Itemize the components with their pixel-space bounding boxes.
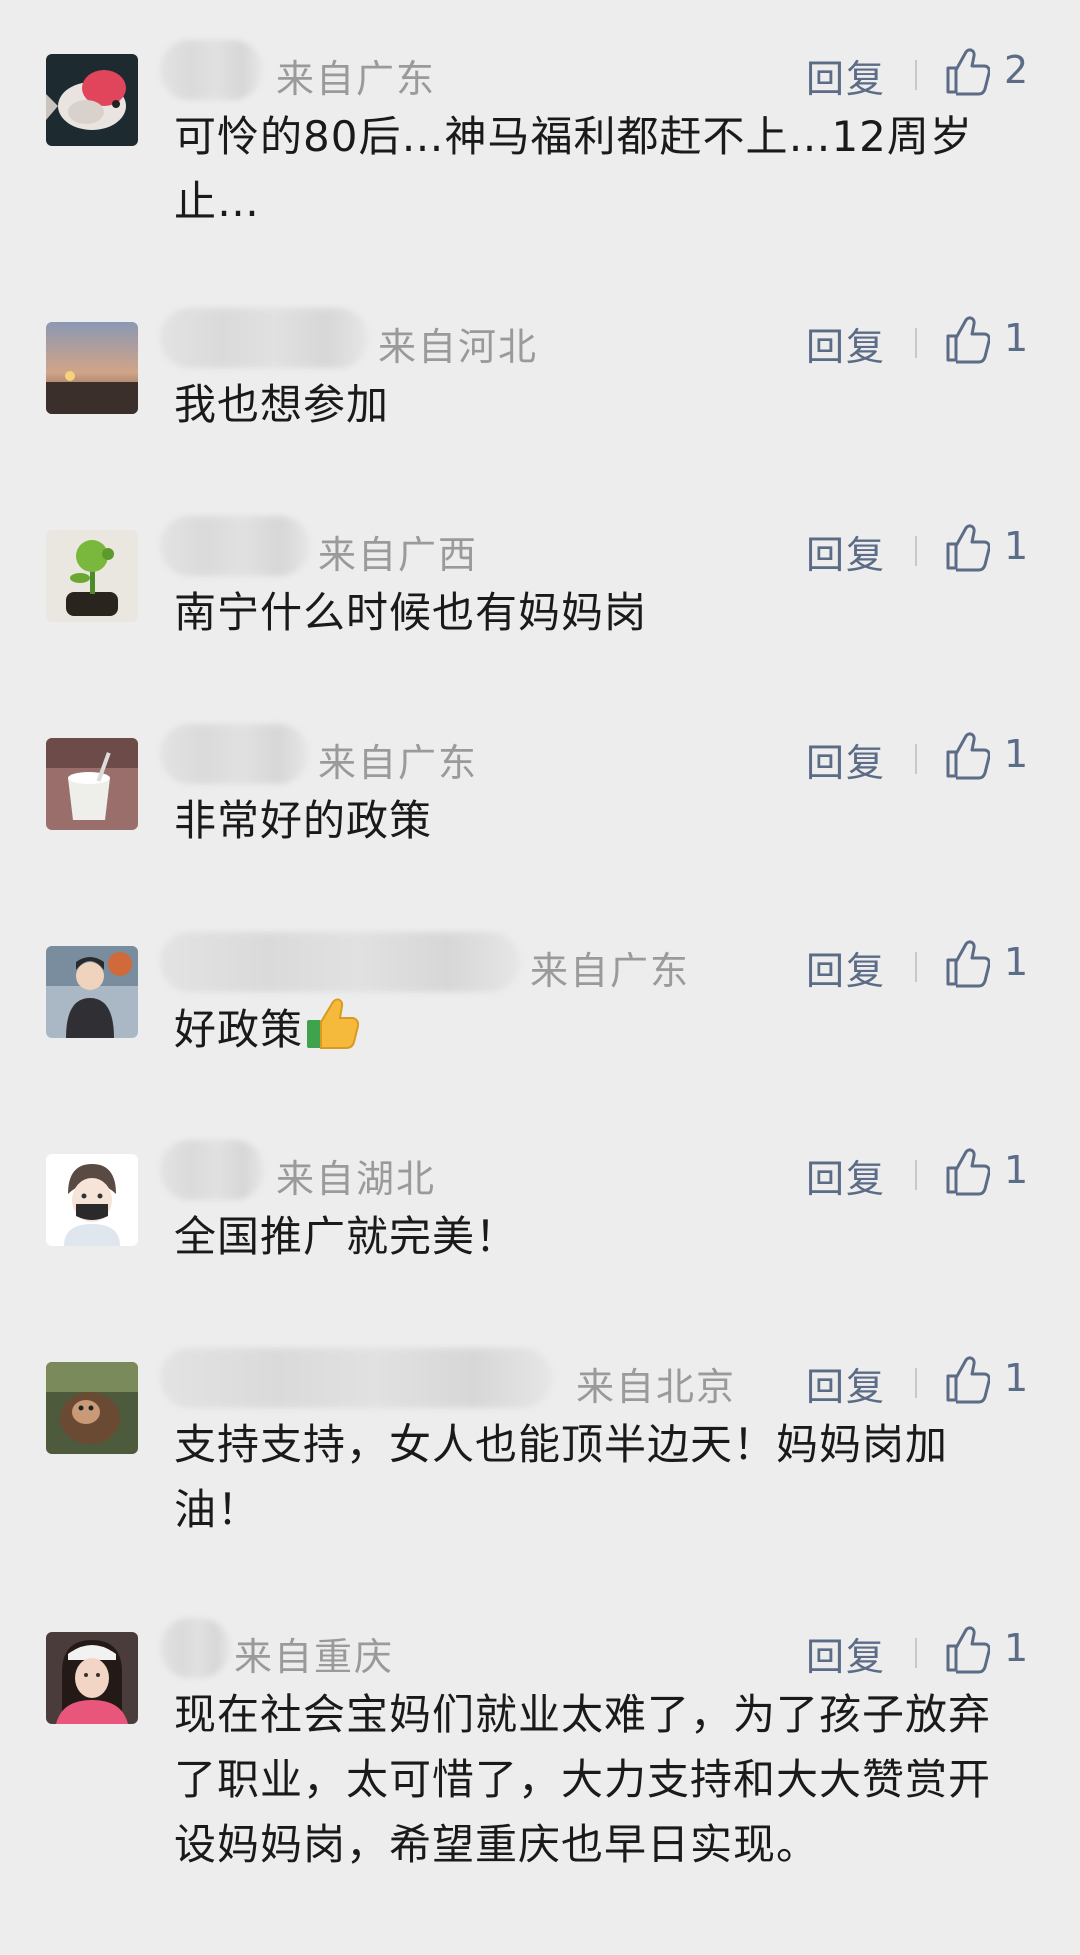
milk-cup-avatar[interactable] — [46, 738, 138, 830]
divider — [915, 952, 917, 982]
reply-button[interactable]: 回复 — [806, 1148, 886, 1203]
like-count: 1 — [1004, 940, 1029, 984]
location-label: 来自广东 — [318, 741, 479, 785]
username-blurred — [160, 1618, 230, 1678]
divider — [915, 1638, 917, 1668]
reply-button[interactable]: 回复 — [806, 732, 886, 787]
location-label: 来自湖北 — [276, 1157, 437, 1201]
comment-text: 我也想参加 — [174, 380, 390, 429]
like-count: 1 — [1004, 1626, 1029, 1670]
location-label: 来自河北 — [378, 325, 539, 369]
person-avatar[interactable] — [46, 946, 138, 1038]
like-count: 1 — [1004, 1356, 1029, 1400]
reply-button[interactable]: 回复 — [806, 48, 886, 103]
location-label: 来自广东 — [276, 57, 437, 101]
thumbs-up-icon[interactable] — [944, 938, 990, 988]
thumbs-up-icon[interactable] — [944, 46, 990, 96]
thumbs-up-icon[interactable] — [944, 314, 990, 364]
location-label: 来自广西 — [318, 533, 479, 577]
username-blurred — [160, 1348, 552, 1408]
masked-boy-avatar[interactable] — [46, 1154, 138, 1246]
reply-button[interactable]: 回复 — [806, 1626, 886, 1681]
divider — [915, 1160, 917, 1190]
username-blurred — [160, 40, 262, 100]
reply-button[interactable]: 回复 — [806, 524, 886, 579]
username-blurred — [160, 516, 310, 576]
location-label: 来自广东 — [530, 949, 691, 993]
username-blurred — [160, 724, 308, 784]
like-count: 1 — [1004, 524, 1029, 568]
like-count: 1 — [1004, 316, 1029, 360]
divider — [915, 536, 917, 566]
divider — [915, 744, 917, 774]
like-count: 1 — [1004, 732, 1029, 776]
reply-button[interactable]: 回复 — [806, 316, 886, 371]
thumbs-up-emoji — [307, 998, 360, 1049]
goldfish-avatar[interactable] — [46, 54, 138, 146]
thumbs-up-icon[interactable] — [944, 1354, 990, 1404]
comment-text: 全国推广就完美！ — [174, 1212, 519, 1261]
location-label: 来自北京 — [576, 1365, 737, 1409]
thumbs-up-icon[interactable] — [944, 730, 990, 780]
comment-text: 好政策 — [174, 996, 1004, 1062]
divider — [915, 1368, 917, 1398]
like-count: 1 — [1004, 1148, 1029, 1192]
comment-text: 南宁什么时候也有妈妈岗 — [174, 588, 648, 637]
sunset-avatar[interactable] — [46, 322, 138, 414]
comment-text-content: 好政策 — [174, 1005, 304, 1054]
peashooter-plant-avatar[interactable] — [46, 530, 138, 622]
reply-button[interactable]: 回复 — [806, 1356, 886, 1411]
location-label: 来自重庆 — [234, 1635, 395, 1679]
username-blurred — [160, 1140, 264, 1200]
monkey-avatar[interactable] — [46, 1362, 138, 1454]
woman-avatar[interactable] — [46, 1632, 138, 1724]
comment-text: 支持支持，女人也能顶半边天！妈妈岗加油！ — [174, 1420, 949, 1534]
divider — [915, 60, 917, 90]
divider — [915, 328, 917, 358]
reply-button[interactable]: 回复 — [806, 940, 886, 995]
thumbs-up-icon[interactable] — [944, 522, 990, 572]
username-blurred — [160, 932, 520, 992]
comment-text: 可怜的80后…神马福利都赶不上…12周岁止… — [174, 112, 973, 226]
comment-text: 现在社会宝妈们就业太难了，为了孩子放弃了职业，太可惜了，大力支持和大大赞赏开设妈… — [174, 1690, 992, 1869]
like-count: 2 — [1004, 48, 1029, 92]
comment-text: 非常好的政策 — [174, 796, 433, 845]
thumbs-up-icon[interactable] — [944, 1624, 990, 1674]
thumbs-up-icon[interactable] — [944, 1146, 990, 1196]
username-blurred — [160, 308, 368, 368]
